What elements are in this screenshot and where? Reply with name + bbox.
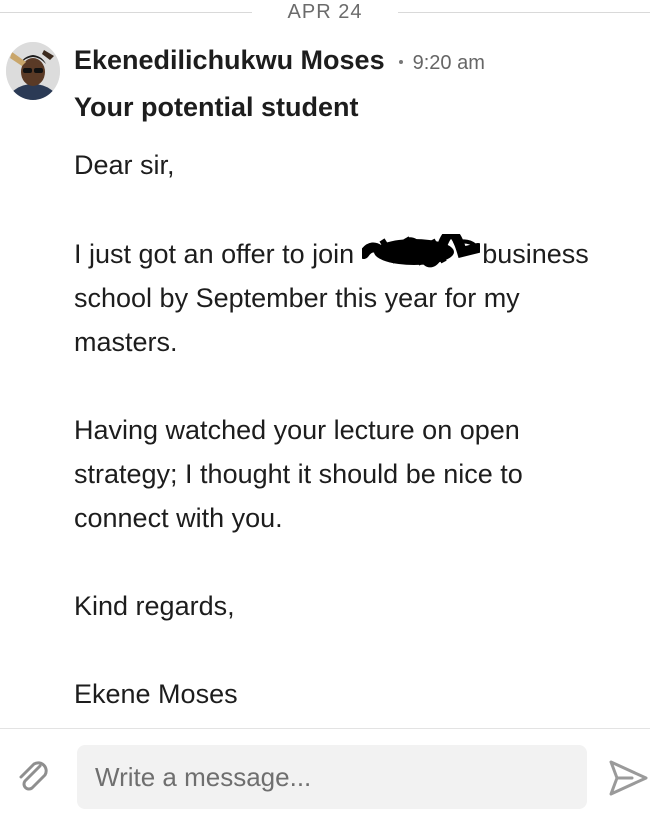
message-line: Having watched your lecture on open <box>74 415 520 445</box>
message-input[interactable] <box>77 745 587 809</box>
date-label: APR 24 <box>287 1 363 23</box>
sender-name[interactable]: Ekenedilichukwu Moses <box>74 45 385 75</box>
message-greeting: Dear sir, <box>74 150 175 180</box>
message-timestamp: 9:20 am <box>412 52 485 74</box>
separator-dot <box>398 59 403 64</box>
sender-avatar[interactable] <box>6 42 60 100</box>
message-line: I just got an offer to join business <box>74 228 589 278</box>
message-text: business <box>482 239 589 270</box>
message-signature: Ekene Moses <box>74 679 238 709</box>
message-line: masters. <box>74 327 178 357</box>
avatar-photo <box>6 42 60 100</box>
paperclip-icon <box>19 761 48 791</box>
send-button[interactable] <box>608 758 648 798</box>
message-line: strategy; I thought it should be nice to <box>74 459 523 489</box>
divider-line-left <box>0 12 252 13</box>
redacted-scribble <box>359 228 484 278</box>
message-line: school by September this year for my <box>74 283 520 313</box>
message-header: Ekenedilichukwu Moses 9:20 am <box>74 40 485 80</box>
send-icon <box>609 760 648 796</box>
message-subject: Your potential student <box>74 92 359 122</box>
divider-line-right <box>398 12 650 13</box>
date-divider: APR 24 <box>0 0 650 26</box>
message-text: I just got an offer to join <box>74 239 355 270</box>
attach-button[interactable] <box>12 756 54 798</box>
composer-divider <box>0 728 650 729</box>
message-closing: Kind regards, <box>74 591 235 621</box>
message-line: connect with you. <box>74 503 283 533</box>
